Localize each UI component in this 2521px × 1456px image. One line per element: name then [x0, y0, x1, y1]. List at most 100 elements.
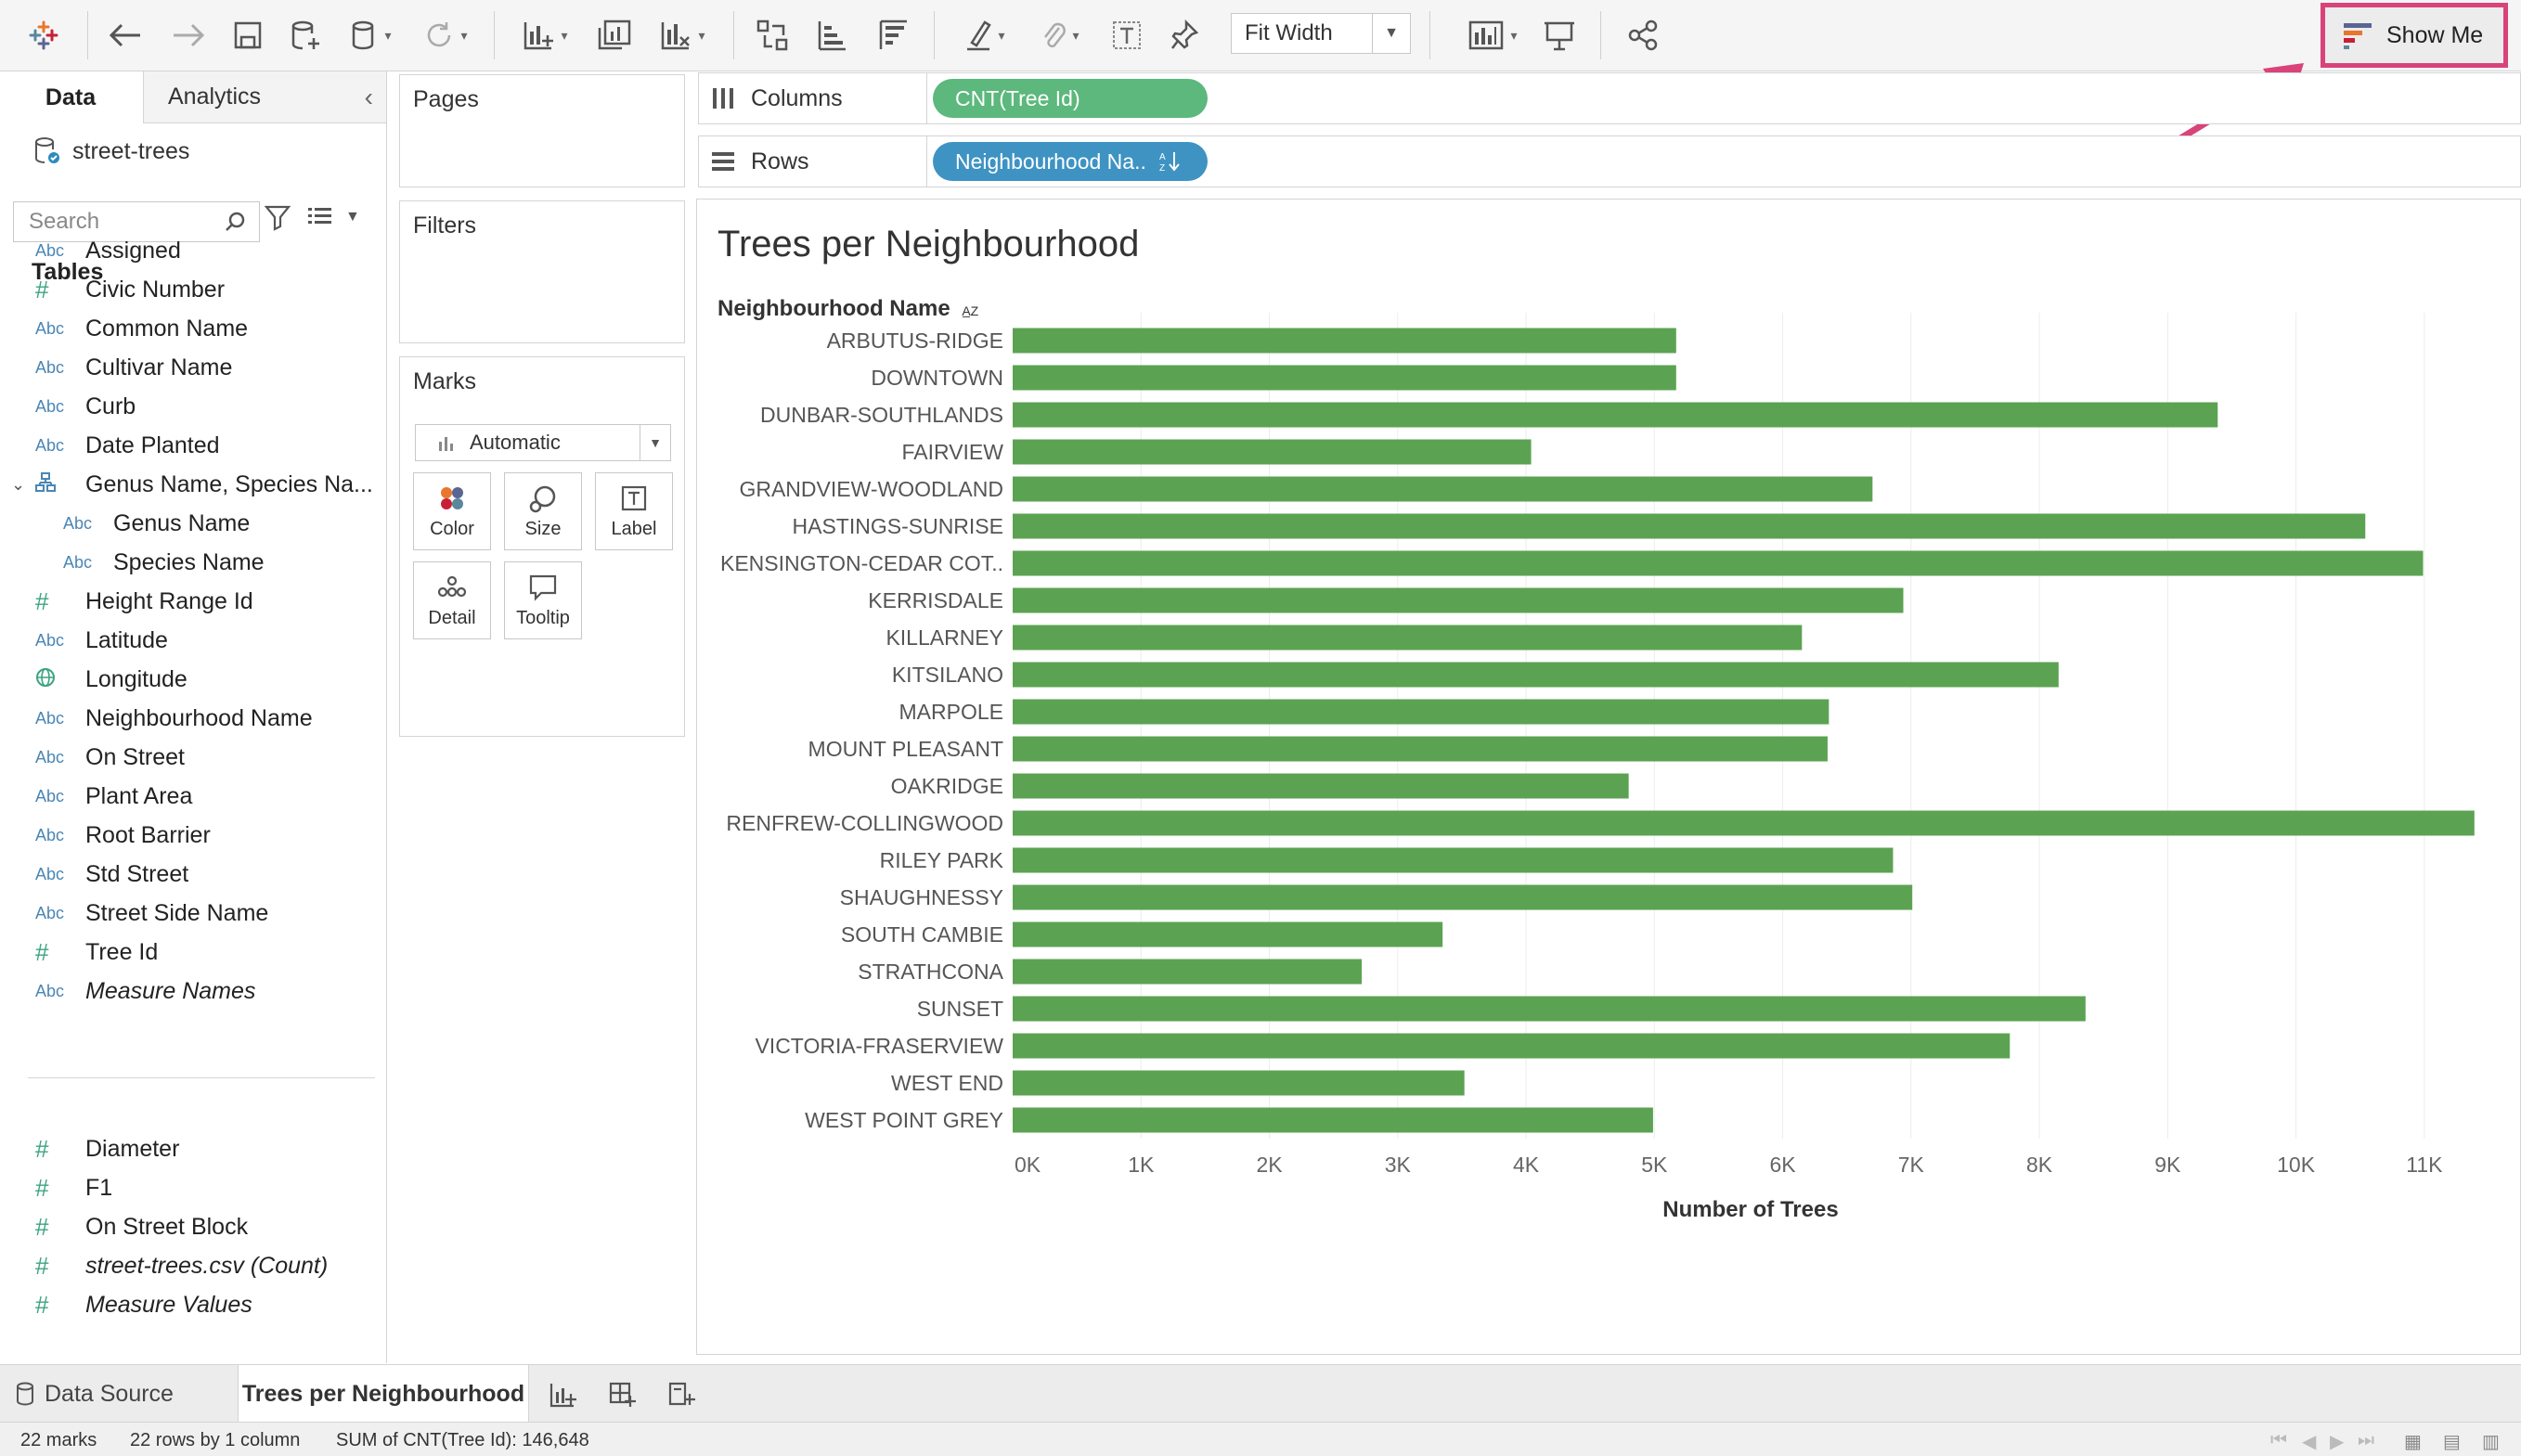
category-label[interactable]: KITSILANO: [892, 663, 1003, 687]
refresh-icon[interactable]: ▾: [414, 11, 477, 59]
duplicate-sheet-icon[interactable]: [590, 11, 637, 59]
sort-descending-icon[interactable]: [871, 11, 915, 59]
presentation-mode-icon[interactable]: [1537, 11, 1582, 59]
swap-rows-columns-icon[interactable]: [750, 11, 795, 59]
show-hide-cards-icon[interactable]: ▾: [1457, 11, 1528, 59]
clear-sheet-icon[interactable]: ▾: [650, 11, 715, 59]
category-label[interactable]: GRANDVIEW-WOODLAND: [739, 477, 1003, 501]
field-item[interactable]: # Measure Values: [0, 1285, 386, 1324]
field-item[interactable]: # F1: [0, 1168, 386, 1207]
filters-card[interactable]: Filters: [399, 200, 685, 343]
group-members-icon[interactable]: ▾: [1030, 11, 1090, 59]
field-item[interactable]: # street-trees.csv (Count): [0, 1246, 386, 1285]
category-label[interactable]: HASTINGS-SUNRISE: [793, 514, 1003, 538]
category-label[interactable]: VICTORIA-FRASERVIEW: [755, 1034, 1003, 1058]
field-item[interactable]: Abc Plant Area: [0, 777, 386, 816]
new-dashboard-icon[interactable]: [603, 1378, 640, 1411]
field-item[interactable]: Abc On Street: [0, 738, 386, 777]
field-item[interactable]: Abc Measure Names: [0, 972, 386, 1011]
bar[interactable]: [1013, 365, 1676, 391]
fit-width-dropdown[interactable]: Fit Width ▼: [1231, 13, 1411, 54]
bar[interactable]: [1013, 1033, 2010, 1059]
field-item[interactable]: # Diameter: [0, 1129, 386, 1168]
new-data-source-icon[interactable]: [284, 11, 327, 59]
bar[interactable]: [1013, 1070, 1465, 1096]
category-label[interactable]: FAIRVIEW: [902, 440, 1004, 464]
field-item[interactable]: Abc Species Name: [0, 543, 386, 582]
highlight-icon[interactable]: ▾: [952, 11, 1017, 59]
data-source-tab[interactable]: Data Source: [15, 1365, 174, 1423]
pause-updates-icon[interactable]: ▾: [343, 11, 399, 59]
bar[interactable]: [1013, 1107, 1653, 1133]
bar[interactable]: [1013, 996, 2086, 1022]
view-options-icon[interactable]: ▼: [306, 205, 360, 229]
bar[interactable]: [1013, 625, 1803, 651]
rows-shelf[interactable]: Rows Neighbourhood Na.. AZ: [698, 135, 2521, 187]
tab-analytics[interactable]: Analytics ‹: [143, 71, 386, 123]
datasource-item[interactable]: street-trees: [33, 136, 189, 166]
first-page-icon[interactable]: ⏮: [2270, 1430, 2287, 1451]
field-item[interactable]: Abc Neighbourhood Name: [0, 699, 386, 738]
category-label[interactable]: DUNBAR-SOUTHLANDS: [760, 403, 1003, 427]
fix-axes-pin-icon[interactable]: [1162, 11, 1207, 59]
tooltip-button[interactable]: Tooltip: [504, 561, 582, 639]
bar[interactable]: [1013, 328, 1676, 354]
last-page-icon[interactable]: ⏭: [2358, 1430, 2374, 1451]
field-item[interactable]: # Tree Id: [0, 933, 386, 972]
field-item[interactable]: Abc Root Barrier: [0, 816, 386, 855]
size-button[interactable]: Size: [504, 472, 582, 550]
field-item[interactable]: # On Street Block: [0, 1207, 386, 1246]
list-view-icon[interactable]: ▤: [2443, 1430, 2461, 1453]
category-label[interactable]: OAKRIDGE: [891, 774, 1003, 798]
category-label[interactable]: RENFREW-COLLINGWOOD: [726, 811, 1003, 835]
category-label[interactable]: KILLARNEY: [886, 625, 1003, 650]
bar[interactable]: [1013, 476, 1873, 502]
bar[interactable]: [1013, 402, 2218, 428]
collapse-pane-icon[interactable]: ‹: [365, 83, 373, 112]
category-label[interactable]: ARBUTUS-RIDGE: [827, 329, 1003, 353]
field-item[interactable]: Abc Curb: [0, 387, 386, 426]
save-icon[interactable]: [226, 11, 269, 59]
tab-data[interactable]: Data: [0, 71, 141, 126]
tableau-logo-icon[interactable]: [22, 11, 65, 59]
bar[interactable]: [1013, 847, 1894, 873]
field-item[interactable]: Abc Cultivar Name: [0, 348, 386, 387]
show-me-button[interactable]: Show Me: [2321, 3, 2508, 68]
rows-pill[interactable]: Neighbourhood Na.. AZ: [933, 142, 1208, 181]
field-item[interactable]: Longitude: [0, 660, 386, 699]
redo-icon[interactable]: [165, 11, 212, 59]
chevron-down-icon[interactable]: ⌄: [11, 475, 25, 495]
category-label[interactable]: RILEY PARK: [880, 848, 1004, 872]
category-label[interactable]: MARPOLE: [899, 700, 1003, 724]
field-item[interactable]: Abc Latitude: [0, 621, 386, 660]
columns-pill[interactable]: CNT(Tree Id): [933, 79, 1208, 118]
color-button[interactable]: Color: [413, 472, 491, 550]
field-item[interactable]: # Civic Number: [0, 270, 386, 309]
bar[interactable]: [1013, 439, 1532, 465]
category-label[interactable]: SHAUGHNESSY: [840, 885, 1003, 909]
label-button[interactable]: Label: [595, 472, 673, 550]
bar[interactable]: [1013, 884, 1913, 910]
share-icon[interactable]: [1621, 11, 1665, 59]
field-item[interactable]: Abc Std Street: [0, 855, 386, 894]
field-item[interactable]: # Height Range Id: [0, 582, 386, 621]
bar[interactable]: [1013, 513, 2366, 539]
bar[interactable]: [1013, 959, 1363, 985]
new-story-icon[interactable]: [663, 1378, 700, 1411]
category-label[interactable]: WEST END: [891, 1071, 1003, 1095]
field-item[interactable]: Abc Assigned: [0, 231, 386, 270]
category-label[interactable]: STRATHCONA: [858, 960, 1003, 984]
filmstrip-view-icon[interactable]: ▥: [2482, 1430, 2500, 1453]
bar[interactable]: [1013, 810, 2475, 836]
category-label[interactable]: KENSINGTON-CEDAR COT..: [720, 551, 1003, 575]
field-item[interactable]: Abc Genus Name: [0, 504, 386, 543]
columns-shelf[interactable]: Columns CNT(Tree Id): [698, 72, 2521, 124]
bar[interactable]: [1013, 736, 1828, 762]
undo-icon[interactable]: [102, 11, 149, 59]
category-label[interactable]: DOWNTOWN: [871, 366, 1003, 390]
category-label[interactable]: WEST POINT GREY: [805, 1108, 1003, 1132]
next-page-icon[interactable]: ▶: [2330, 1430, 2344, 1453]
detail-button[interactable]: Detail: [413, 561, 491, 639]
grid-view-icon[interactable]: ▦: [2404, 1430, 2422, 1453]
field-item[interactable]: Abc Common Name: [0, 309, 386, 348]
